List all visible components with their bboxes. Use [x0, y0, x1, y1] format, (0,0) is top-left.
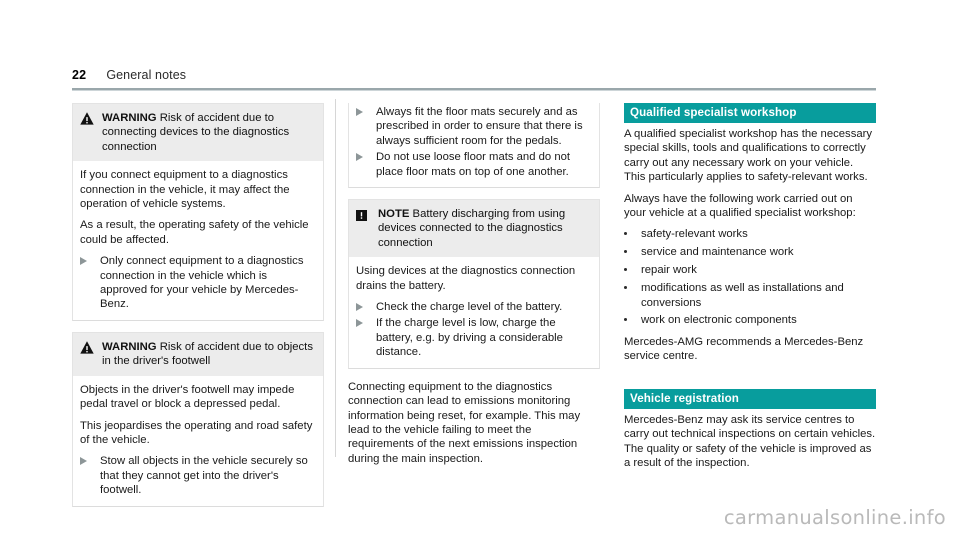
section-heading: Vehicle registration: [624, 388, 876, 409]
action-list: Stow all objects in the vehicle securely…: [80, 454, 315, 497]
continued-actions-body: Always fit the floor mats securely and a…: [349, 103, 599, 188]
note-box-body: Using devices at the diagnostics connect…: [349, 257, 599, 368]
action-arrow-icon: [80, 454, 100, 497]
document-page: 22 General notes WARNING Risk of acciden…: [0, 0, 960, 533]
warning-triangle-icon: [80, 111, 102, 154]
paragraph: Mercedes-AMG recommends a Mercedes-Benz …: [624, 335, 864, 363]
bullet-dot-icon: [624, 281, 641, 310]
column-2: Always fit the floor mats securely and a…: [348, 103, 600, 473]
list-item-label: modifications as well as installations a…: [641, 282, 844, 309]
warning-box-2-header: WARNING Risk of accident due to objects …: [73, 332, 323, 376]
action-item: Do not use loose floor mats and do not p…: [356, 150, 591, 179]
warning-box-1-body: If you connect equipment to a diagnostic…: [73, 161, 323, 320]
note-box: NOTE Battery discharging from using devi…: [348, 199, 600, 369]
action-arrow-icon: [80, 254, 100, 312]
page-header: 22 General notes: [72, 68, 876, 88]
note-label: NOTE: [378, 208, 410, 221]
bullet-dot-icon: [624, 313, 641, 327]
bullet-dot-icon: [624, 227, 641, 241]
action-text: Always fit the floor mats securely and a…: [376, 106, 583, 147]
paragraph: Objects in the driver's footwell may imp…: [80, 383, 295, 411]
action-text: Check the charge level of the battery.: [376, 301, 563, 314]
paragraph: Using devices at the diagnostics connect…: [356, 265, 576, 292]
bullet-list: safety-relevant works service and mainte…: [624, 227, 876, 327]
action-item: Check the charge level of the battery.: [356, 300, 591, 314]
paragraph: This jeopardises the operating and road …: [80, 419, 313, 446]
column-3: Qualified specialist workshop A qualifie…: [624, 103, 876, 473]
warning-box-1: WARNING Risk of accident due to connecti…: [72, 103, 324, 321]
action-text: Stow all objects in the vehicle securely…: [100, 455, 308, 497]
list-item: safety-relevant works: [624, 227, 876, 241]
column-divider: [611, 99, 612, 457]
action-arrow-icon: [356, 316, 376, 359]
action-arrow-icon: [356, 300, 376, 314]
action-list: Check the charge level of the battery. I…: [356, 300, 591, 360]
warning-label: WARNING: [102, 112, 157, 124]
action-item: Only connect equipment to a diagnostics …: [80, 254, 315, 312]
action-list: Always fit the floor mats securely and a…: [356, 105, 591, 179]
paragraph: Mercedes-Benz may ask its service centre…: [624, 413, 876, 469]
action-list: Only connect equipment to a diagnostics …: [80, 254, 315, 312]
closing-paragraph: Connecting equipment to the diagnostics …: [348, 380, 581, 465]
action-text: Do not use loose floor mats and do not p…: [376, 151, 571, 178]
page-number: 22: [72, 68, 87, 82]
section-qualified-specialist-workshop: Qualified specialist workshop A qualifie…: [624, 103, 876, 364]
action-text: If the charge level is low, charge the b…: [376, 317, 563, 359]
paragraph: If you connect equipment to a diagnostic…: [80, 169, 290, 211]
warning-box-2-head-text: WARNING Risk of accident due to objects …: [102, 340, 315, 369]
header-divider-thin: [72, 90, 876, 91]
action-item: If the charge level is low, charge the b…: [356, 316, 591, 359]
page-body: WARNING Risk of accident due to connecti…: [72, 99, 876, 507]
column-divider: [335, 99, 336, 457]
continued-actions-box: Always fit the floor mats securely and a…: [348, 103, 600, 189]
list-item-label: work on electronic components: [641, 314, 797, 327]
column-gap-2: [600, 103, 624, 473]
warning-label: WARNING: [102, 340, 157, 353]
note-box-header: NOTE Battery discharging from using devi…: [349, 200, 599, 258]
warning-box-2: WARNING Risk of accident due to objects …: [72, 331, 324, 507]
paragraph: Always have the following work carried o…: [624, 192, 856, 220]
list-item-label: repair work: [641, 264, 697, 277]
list-item-label: safety-relevant works: [641, 228, 748, 241]
list-item: repair work: [624, 263, 876, 277]
note-box-head-text: NOTE Battery discharging from using devi…: [378, 207, 591, 250]
action-item: Stow all objects in the vehicle securely…: [80, 454, 315, 497]
watermark: carmanualsonline.info: [723, 506, 946, 529]
list-item: work on electronic components: [624, 313, 876, 327]
action-arrow-icon: [356, 150, 376, 179]
bullet-dot-icon: [624, 263, 641, 277]
note-exclamation-icon: [356, 207, 378, 250]
warning-box-1-header: WARNING Risk of accident due to connecti…: [73, 104, 323, 162]
list-item: modifications as well as installations a…: [624, 281, 876, 310]
warning-box-2-body: Objects in the driver's footwell may imp…: [73, 375, 323, 506]
section-vehicle-registration: Vehicle registration Mercedes-Benz may a…: [624, 388, 876, 471]
warning-triangle-icon: [80, 340, 102, 369]
section-heading: Qualified specialist workshop: [624, 103, 876, 123]
column-1: WARNING Risk of accident due to connecti…: [72, 103, 324, 507]
bullet-dot-icon: [624, 245, 641, 259]
column-gap-1: [324, 99, 348, 473]
action-text: Only connect equipment to a diagnostics …: [100, 255, 304, 311]
paragraph: A qualified specialist workshop has the …: [624, 128, 873, 184]
list-item: service and maintenance work: [624, 245, 876, 259]
warning-box-1-head-text: WARNING Risk of accident due to connecti…: [102, 111, 315, 154]
list-item-label: service and maintenance work: [641, 246, 794, 259]
action-arrow-icon: [356, 105, 376, 148]
paragraph: As a result, the operating safety of the…: [80, 219, 309, 246]
action-item: Always fit the floor mats securely and a…: [356, 105, 591, 148]
page-title: General notes: [106, 68, 187, 82]
